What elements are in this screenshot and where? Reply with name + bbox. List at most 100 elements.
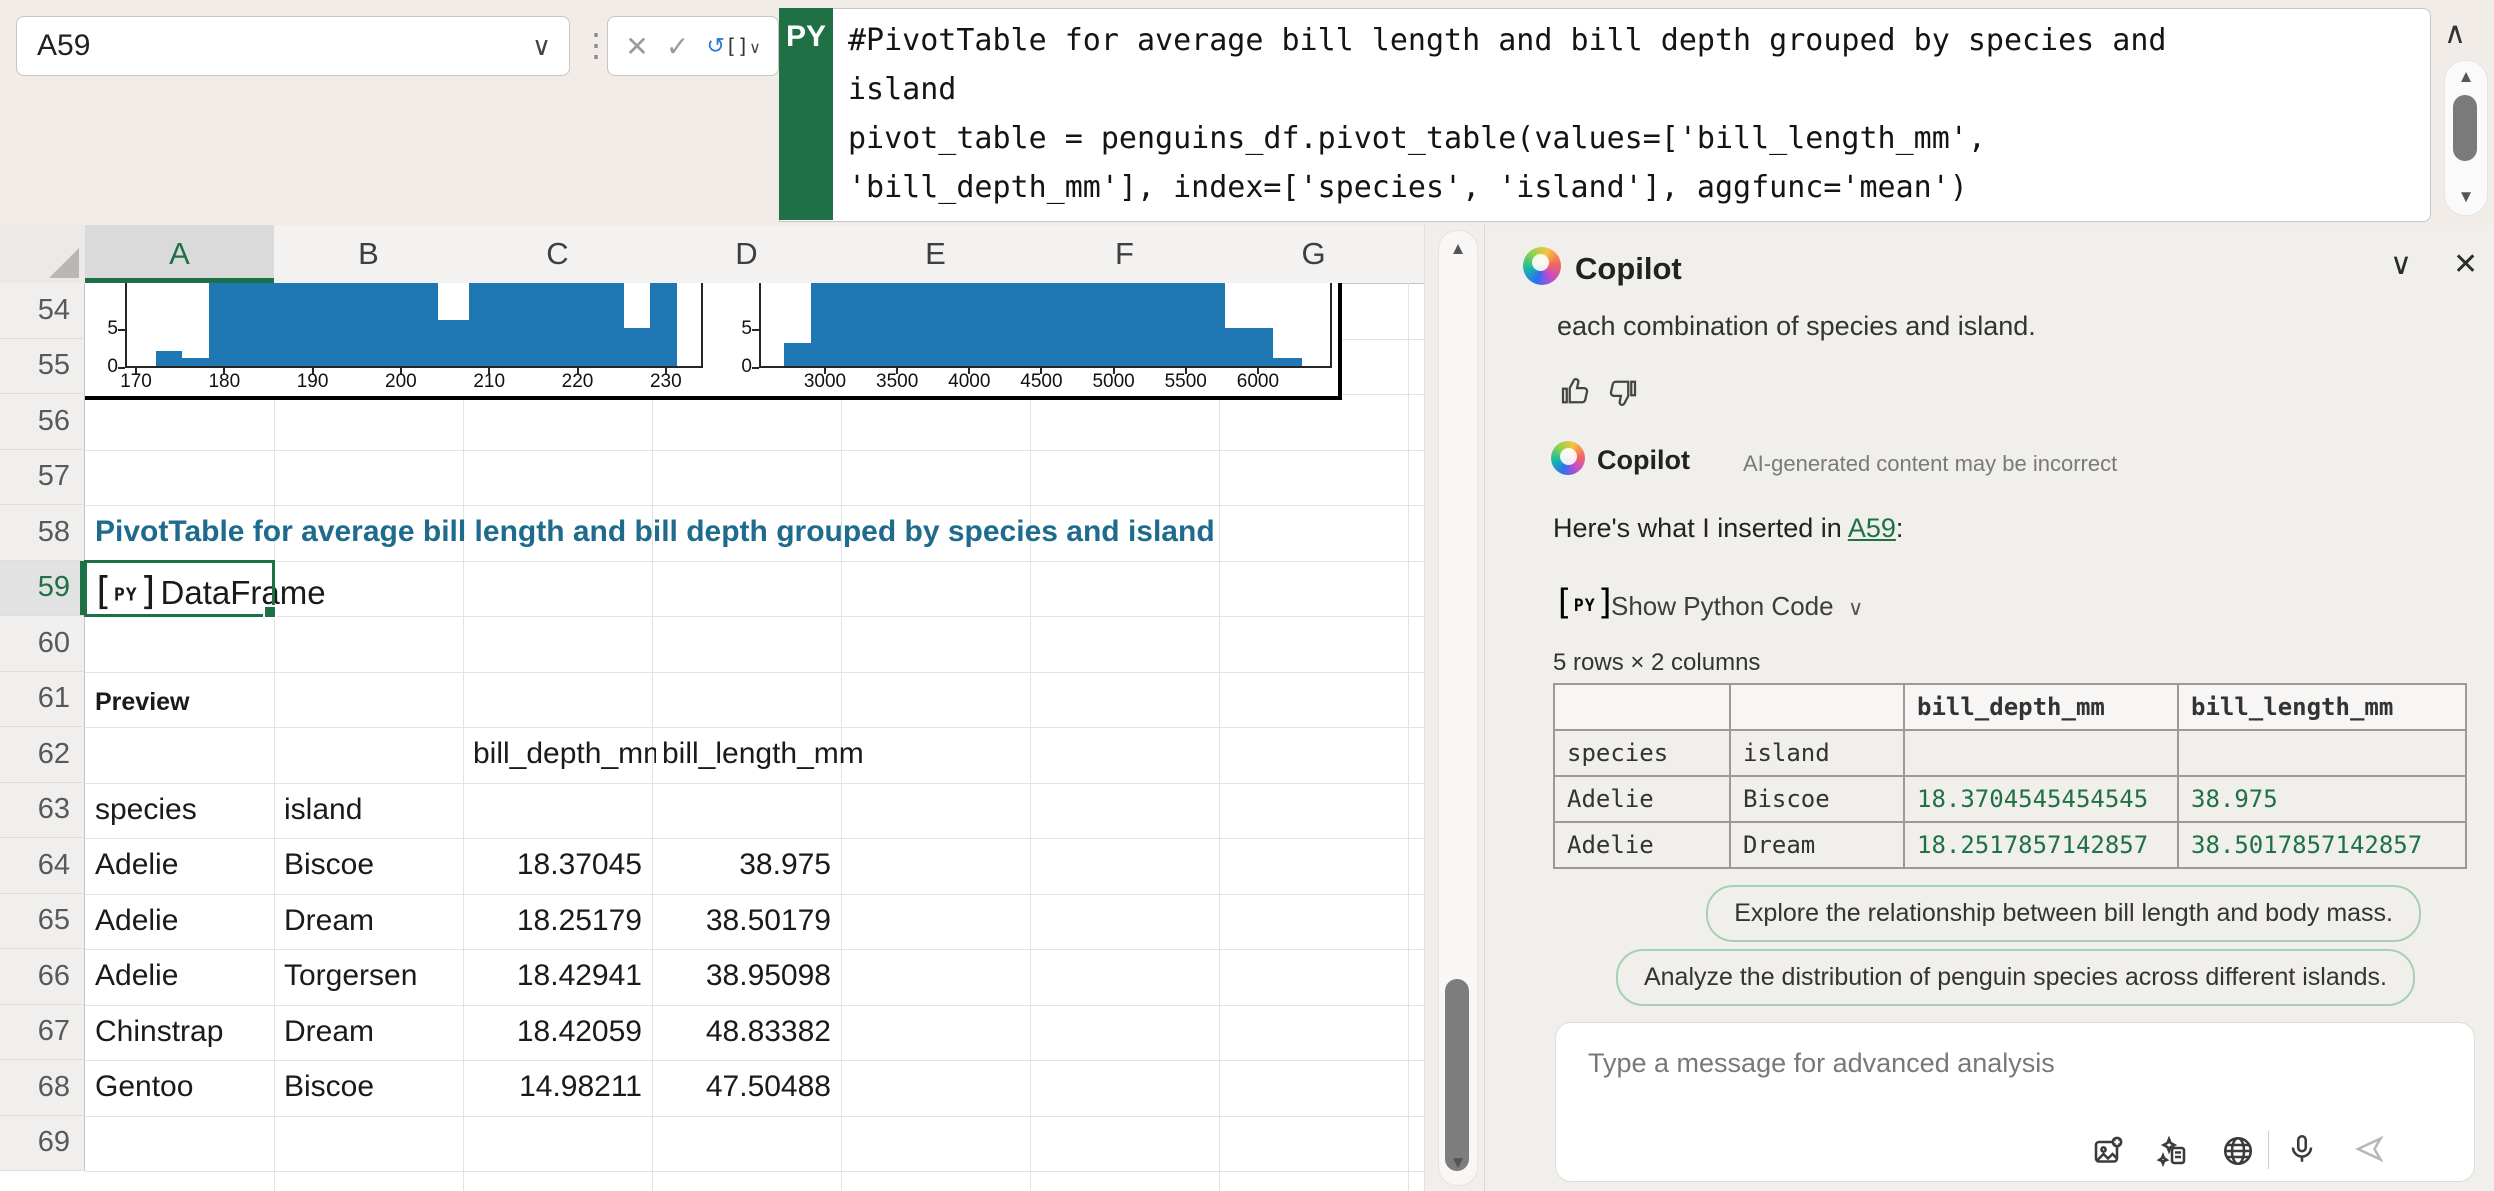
prompt-library-icon[interactable] [2154, 1133, 2190, 1169]
cell-C67[interactable]: 18.42059 [517, 1015, 642, 1049]
select-all-corner[interactable] [0, 225, 86, 284]
thumbs-down-icon[interactable] [1605, 375, 1641, 411]
copilot-logo-small [1551, 441, 1585, 475]
column-header-F[interactable]: F [1030, 225, 1220, 284]
row-header-58[interactable]: 58 [0, 505, 85, 561]
table-header-cell: bill_depth_mm [1904, 684, 2178, 730]
cell-link[interactable]: A59 [1848, 513, 1896, 543]
column-header-partial[interactable] [1408, 225, 1424, 284]
cell-B68[interactable]: Biscoe [284, 1070, 374, 1104]
cell-B63[interactable]: island [284, 793, 362, 827]
cell-A66[interactable]: Adelie [95, 959, 178, 993]
cell-B67[interactable]: Dream [284, 1015, 374, 1049]
cell-D65[interactable]: 38.50179 [706, 904, 831, 938]
cell-C64[interactable]: 18.37045 [517, 848, 642, 882]
column-header-E[interactable]: E [841, 225, 1031, 284]
scroll-down-icon[interactable]: ▼ [1450, 1153, 1467, 1173]
suggestion-chip[interactable]: Analyze the distribution of penguin spec… [1616, 949, 2415, 1006]
microphone-icon[interactable] [2284, 1131, 2320, 1167]
cell-A64[interactable]: Adelie [95, 848, 178, 882]
cell-D67[interactable]: 48.83382 [706, 1015, 831, 1049]
row-header-56[interactable]: 56 [0, 394, 85, 450]
cell-B64[interactable]: Biscoe [284, 848, 374, 882]
row-header-65[interactable]: 65 [0, 894, 85, 950]
row-header-54[interactable]: 54 [0, 283, 85, 339]
column-header-C[interactable]: C [463, 225, 653, 284]
enter-button[interactable]: ✓ [666, 30, 689, 63]
cell-C66[interactable]: 18.42941 [517, 959, 642, 993]
row-header-68[interactable]: 68 [0, 1060, 85, 1116]
scroll-thumb[interactable] [2453, 95, 2477, 161]
row-header-62[interactable]: 62 [0, 727, 85, 783]
name-box[interactable]: A59 ∨ [16, 16, 570, 76]
cell-D64[interactable]: 38.975 [739, 848, 831, 882]
dataframe-preview-table: bill_depth_mmbill_length_mmspeciesisland… [1553, 683, 2467, 869]
message-input[interactable] [1586, 1047, 2290, 1080]
embedded-charts-object[interactable]: 0517018019020021022023005300035004000450… [85, 283, 1342, 400]
send-icon[interactable] [2352, 1131, 2388, 1167]
message-input-box [1555, 1022, 2475, 1182]
cell-A67[interactable]: Chinstrap [95, 1015, 223, 1049]
scroll-up-icon[interactable]: ▲ [2458, 67, 2475, 87]
histogram-plot-1[interactable] [125, 283, 703, 368]
row-header-57[interactable]: 57 [0, 450, 85, 506]
show-python-code-toggle[interactable]: Show Python Code ∨ [1611, 591, 1863, 622]
cell-A63[interactable]: species [95, 793, 197, 827]
row-header-69[interactable]: 69 [0, 1116, 85, 1172]
column-header-D[interactable]: D [652, 225, 842, 284]
cell-B65[interactable]: Dream [284, 904, 374, 938]
cell-C68[interactable]: 14.98211 [519, 1070, 642, 1104]
code-line: #PivotTable for average bill length and … [848, 16, 2408, 65]
column-header-A[interactable]: A [85, 225, 275, 284]
scroll-track[interactable]: ▲ ▼ [1438, 230, 1478, 1186]
scroll-down-icon[interactable]: ▼ [2458, 187, 2475, 207]
histogram-plot-2[interactable] [759, 283, 1332, 368]
cell-C62[interactable]: bill_depth_mm [473, 737, 656, 771]
selected-cell-outline[interactable] [84, 560, 275, 618]
insert-python-button[interactable]: ↺[]∨ [707, 33, 761, 59]
collapse-formula-bar-icon[interactable]: ∧ [2444, 16, 2466, 51]
table-cell: 18.3704545454545 [1904, 776, 2178, 822]
row-header-59[interactable]: 59 [0, 561, 85, 617]
suggestion-chip[interactable]: Explore the relationship between bill le… [1706, 885, 2421, 942]
row-header-66[interactable]: 66 [0, 949, 85, 1005]
sheet-vertical-scrollbar[interactable]: ▲ ▼ [1424, 225, 1485, 1191]
x-tick-label: 3500 [876, 371, 918, 393]
cell-A68[interactable]: Gentoo [95, 1070, 193, 1104]
chevron-down-icon: ∨ [1848, 597, 1863, 620]
table-cell: 38.5017857142857 [2178, 822, 2466, 868]
code-line: pivot_table = penguins_df.pivot_table(va… [848, 114, 2408, 163]
panel-close-icon[interactable]: ✕ [2453, 247, 2478, 282]
histogram-bar [650, 283, 676, 366]
cancel-button[interactable]: ✕ [625, 30, 648, 63]
formula-scrollbar[interactable]: ▲ ▼ [2444, 60, 2488, 216]
cell-D68[interactable]: 47.50488 [706, 1070, 831, 1104]
web-search-icon[interactable] [2220, 1133, 2256, 1169]
column-header-B[interactable]: B [274, 225, 464, 284]
row-header-60[interactable]: 60 [0, 616, 85, 672]
panel-collapse-icon[interactable]: ∨ [2390, 247, 2412, 282]
cell-A61[interactable]: Preview [95, 688, 190, 717]
cell-A65[interactable]: Adelie [95, 904, 178, 938]
row-header-55[interactable]: 55 [0, 339, 85, 395]
name-box-chevron-icon[interactable]: ∨ [532, 31, 551, 62]
y-tick [118, 367, 125, 369]
row-header-63[interactable]: 63 [0, 783, 85, 839]
thumbs-up-icon[interactable] [1557, 373, 1593, 409]
cell-D62[interactable]: bill_length_mm [662, 737, 864, 771]
add-image-icon[interactable] [2090, 1133, 2126, 1169]
cell-B66[interactable]: Torgersen [284, 959, 417, 993]
scroll-up-icon[interactable]: ▲ [1450, 239, 1467, 259]
row-header-64[interactable]: 64 [0, 838, 85, 894]
column-header-G[interactable]: G [1219, 225, 1409, 284]
table-cell [2178, 730, 2466, 776]
cell-C65[interactable]: 18.25179 [517, 904, 642, 938]
cell-A58[interactable]: PivotTable for average bill length and b… [95, 515, 1215, 549]
formula-code[interactable]: #PivotTable for average bill length and … [848, 16, 2408, 212]
scroll-thumb[interactable] [1445, 979, 1469, 1171]
row-header-61[interactable]: 61 [0, 672, 85, 728]
cell-D66[interactable]: 38.95098 [706, 959, 831, 993]
x-tick-label: 6000 [1237, 371, 1279, 393]
table-cell: Dream [1730, 822, 1904, 868]
row-header-67[interactable]: 67 [0, 1005, 85, 1061]
